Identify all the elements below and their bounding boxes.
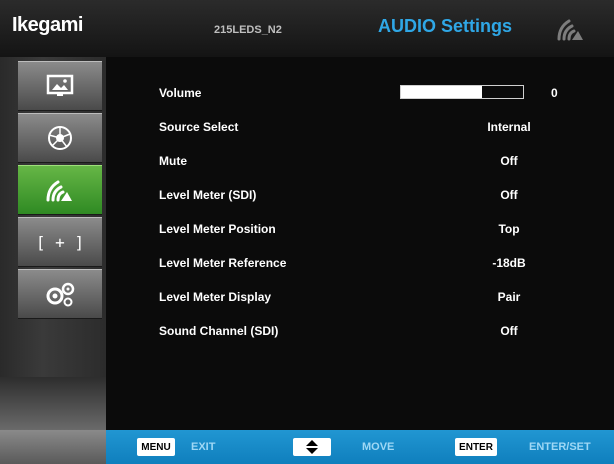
setting-value: Off	[500, 324, 518, 338]
setting-value: Off	[500, 154, 518, 168]
setting-value: Top	[498, 222, 520, 236]
volume-slider-fill	[401, 86, 482, 98]
audio-icon	[45, 176, 75, 204]
sidebar-item-audio[interactable]	[18, 165, 102, 215]
enter-key[interactable]: ENTER	[455, 438, 497, 456]
picture-icon	[46, 74, 74, 98]
brand-logo: Ikegami	[12, 14, 83, 36]
model-name: 215LEDS_N2	[214, 24, 282, 36]
menu-key[interactable]: MENU	[137, 438, 175, 456]
setting-row[interactable]: Level Meter Position Top	[159, 219, 609, 241]
footer-left-panel	[0, 430, 106, 464]
up-down-arrow-icon[interactable]	[293, 438, 331, 456]
sidebar: [ + ]	[0, 57, 106, 430]
setting-label: Level Meter Reference	[159, 256, 287, 270]
sidebar-item-color[interactable]	[18, 113, 102, 163]
enter-action-label: ENTER/SET	[529, 441, 591, 453]
marker-icon: [ + ]	[35, 232, 85, 252]
setting-row[interactable]: Level Meter Display Pair	[159, 287, 609, 309]
page-title: AUDIO Settings	[378, 16, 513, 36]
setting-label: Source Select	[159, 120, 239, 134]
setting-row[interactable]: Level Meter Reference -18dB	[159, 253, 609, 275]
volume-slider[interactable]	[400, 85, 524, 99]
setting-value: Internal	[487, 120, 531, 134]
setting-label: Volume	[159, 86, 202, 100]
setting-value: Off	[500, 188, 518, 202]
sidebar-item-marker[interactable]: [ + ]	[18, 217, 102, 267]
sidebar-item-picture[interactable]	[18, 61, 102, 111]
setting-row[interactable]: Sound Channel (SDI) Off	[159, 321, 609, 343]
setting-value: -18dB	[492, 256, 526, 270]
setting-row[interactable]: Level Meter (SDI) Off	[159, 185, 609, 207]
footer-bar: MENU EXIT MOVE ENTER ENTER/SET	[0, 430, 614, 464]
color-wheel-icon	[46, 124, 74, 152]
osd-screen: Ikegami 215LEDS_N2 AUDIO Settings [+] …	[0, 0, 614, 464]
setting-label: Level Meter (SDI)	[159, 188, 257, 202]
setting-label: Mute	[159, 154, 187, 168]
setting-label: Sound Channel (SDI)	[159, 324, 279, 338]
menu-action-label: EXIT	[191, 441, 216, 453]
move-action-label: MOVE	[362, 441, 395, 453]
sidebar-footer-gradient	[0, 377, 106, 430]
audio-icon	[556, 15, 586, 43]
gears-icon	[44, 280, 76, 308]
setting-row[interactable]: Source Select Internal	[159, 117, 609, 139]
sidebar-item-system[interactable]	[18, 269, 102, 319]
setting-label: Level Meter Display	[159, 290, 272, 304]
setting-row-volume[interactable]: Volume 0	[159, 83, 609, 105]
settings-panel: Volume 0 Source Select Internal Mute Off Lev…	[106, 57, 614, 430]
setting-label: Level Meter Position	[159, 222, 276, 236]
setting-row[interactable]: Mute Off	[159, 151, 609, 173]
header-bar: Ikegami 215LEDS_N2 AUDIO Settings	[0, 0, 614, 57]
setting-value: Pair	[497, 290, 521, 304]
volume-value: 0	[551, 86, 558, 100]
